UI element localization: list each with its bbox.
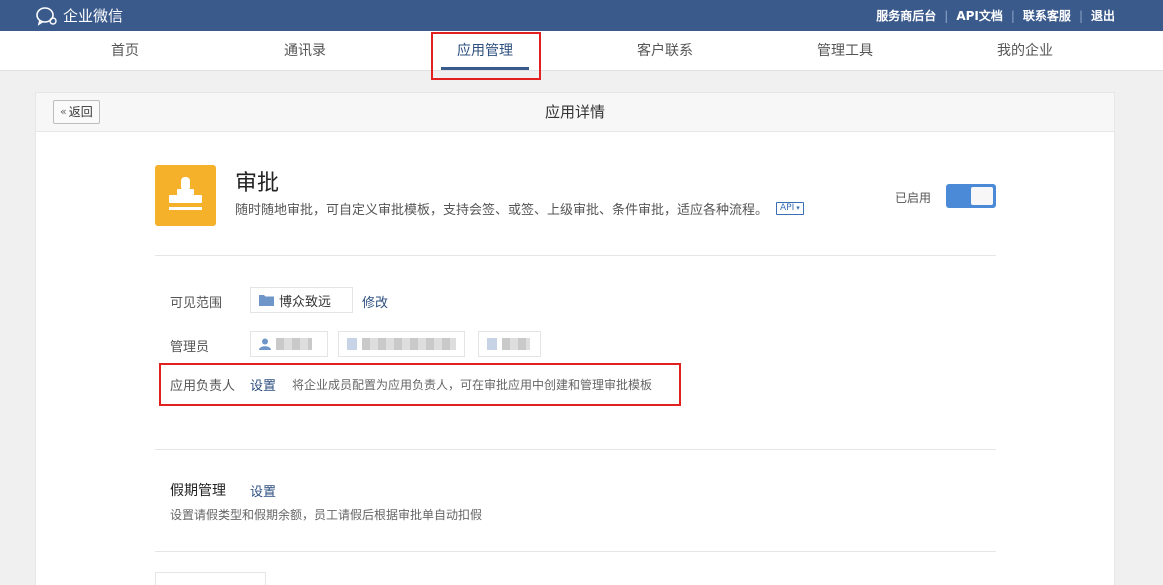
status-label: 已启用 [895,191,932,205]
chevron-down-icon: ▾ [796,204,800,212]
admins-label: 管理员 [170,340,210,355]
separator: | [944,8,949,23]
app-detail-panel: « 返回 应用详情 审批 随时随地审批，可自定义审批模板，支持会签、或签、上级审… [35,92,1115,585]
app-description-row: 随时随地审批，可自定义审批模板，支持会签、或签、上级审批、条件审批，适应各种流程… [235,199,804,218]
api-badge[interactable]: API ▾ [776,202,804,215]
partial-card [155,572,266,585]
folder-icon [259,295,274,306]
redacted-avatar [347,338,357,350]
set-owner-link[interactable]: 设置 [250,375,276,394]
enable-toggle[interactable] [946,184,996,208]
visibility-label: 可见范围 [170,296,223,311]
divider [155,551,996,552]
top-bar: 企业微信 服务商后台 | API文档 | 联系客服 | 退出 [0,0,1163,31]
nav-my-enterprise[interactable]: 我的企业 [965,31,1085,71]
separator: | [1010,8,1015,23]
leave-management-title: 假期管理 [170,483,226,499]
redacted-avatar [487,338,497,350]
redacted-name [276,338,312,350]
visibility-scope-chip: 博众致远 [250,287,353,313]
visibility-scope-value: 博众致远 [279,294,332,310]
app-name: 审批 [235,171,280,196]
api-badge-label: API [780,203,795,213]
nav-home[interactable]: 首页 [65,31,185,71]
owner-label: 应用负责人 [170,379,236,394]
app-description: 随时随地审批，可自定义审批模板，支持会签、或签、上级审批、条件审批，适应各种流程… [235,203,769,218]
wecom-logo-icon [36,6,57,26]
edit-visibility-link[interactable]: 修改 [362,292,388,311]
stamp-icon [169,177,202,210]
divider [155,255,996,256]
panel-header: « 返回 应用详情 [36,93,1114,132]
admin-chip [250,331,328,357]
admin-chip [478,331,541,357]
separator: | [1078,8,1083,23]
nav-app-management[interactable]: 应用管理 [425,31,545,71]
page-title: 应用详情 [544,103,605,121]
top-links: 服务商后台 | API文档 | 联系客服 | 退出 [876,7,1115,24]
set-leave-link[interactable]: 设置 [250,481,276,500]
redacted-name [502,338,530,350]
owner-hint: 将企业成员配置为应用负责人，可在审批应用中创建和管理审批模板 [292,378,653,392]
provider-console-link[interactable]: 服务商后台 [876,7,936,24]
nav-management-tools[interactable]: 管理工具 [785,31,905,71]
nav-contacts[interactable]: 通讯录 [245,31,365,71]
admin-chip [338,331,465,357]
logo-text: 企业微信 [63,7,124,25]
main-nav: 首页 通讯录 应用管理 客户联系 管理工具 我的企业 [0,31,1163,71]
leave-hint: 设置请假类型和假期余额，员工请假后根据审批单自动扣假 [170,508,483,522]
redacted-name [361,338,456,350]
nav-customer-contact[interactable]: 客户联系 [605,31,725,71]
app-icon [155,165,216,226]
toggle-knob [971,187,993,205]
user-icon [259,338,271,350]
divider [155,449,996,450]
api-docs-link[interactable]: API文档 [956,7,1003,24]
contact-support-link[interactable]: 联系客服 [1023,7,1071,24]
logout-link[interactable]: 退出 [1091,7,1115,24]
logo[interactable]: 企业微信 [36,5,123,26]
